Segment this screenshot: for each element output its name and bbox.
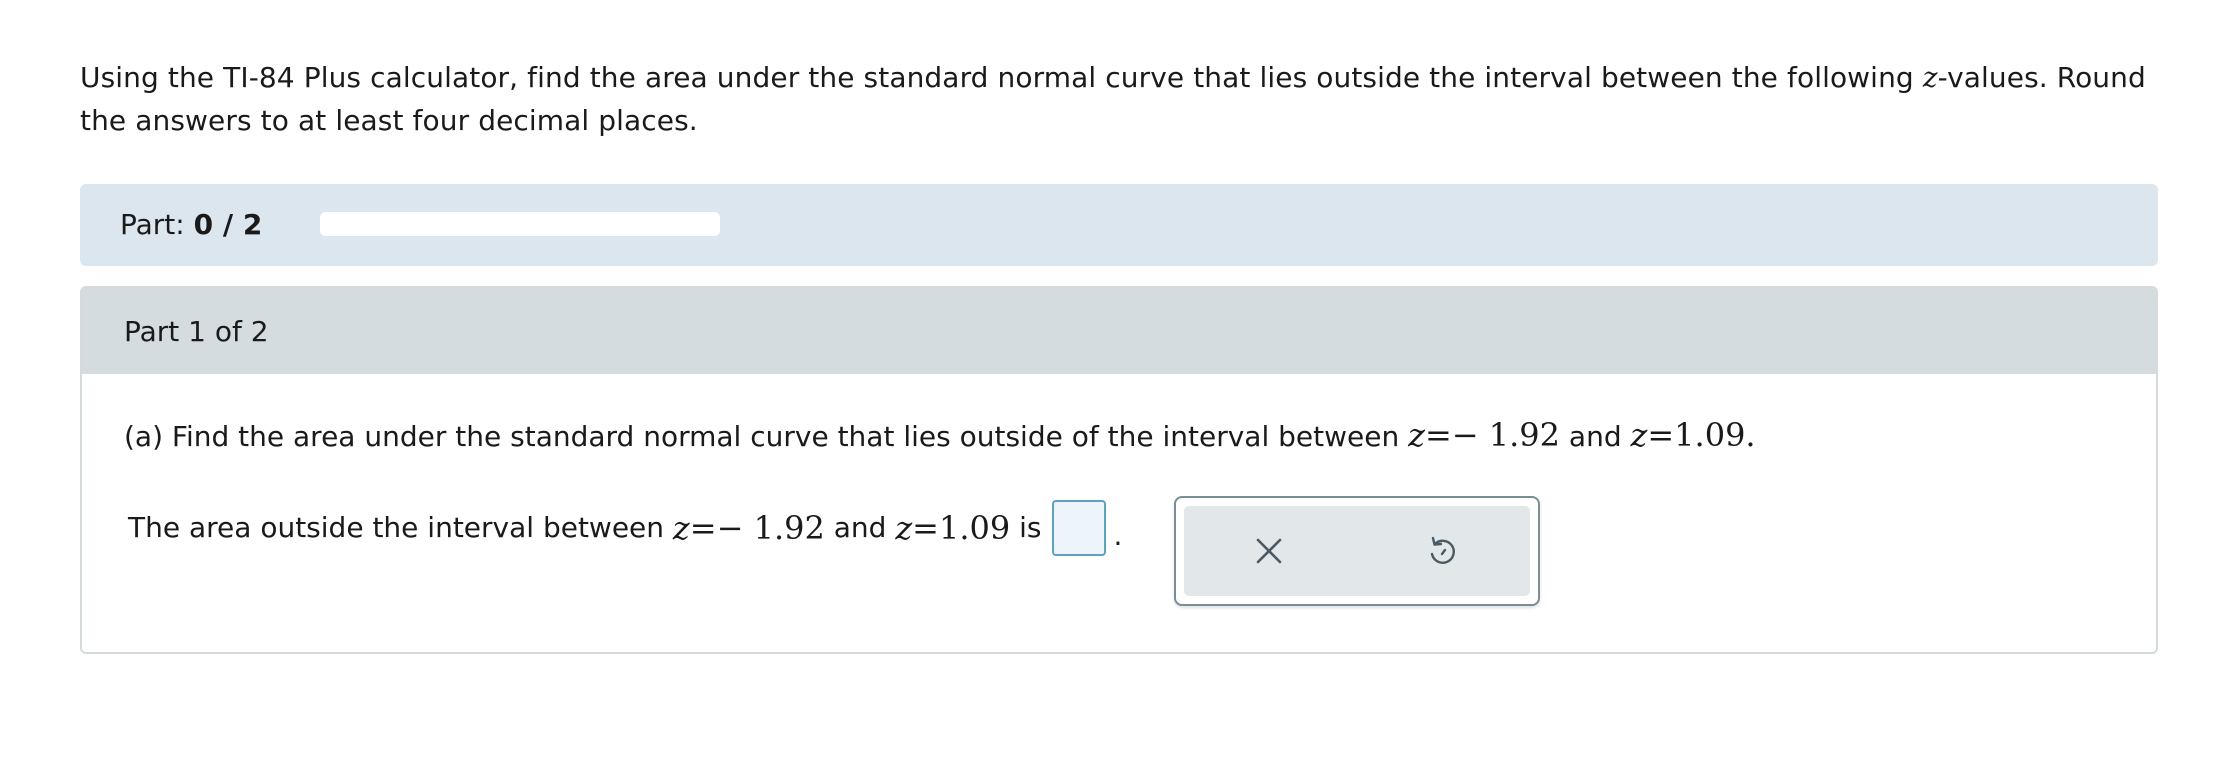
clear-answer-button[interactable] [1244, 526, 1294, 576]
question-text: (a) Find the area under the standard nor… [124, 416, 1756, 456]
question-z2-value: 1.09 [1674, 416, 1746, 454]
answer-z2-value: 1.09 [938, 509, 1011, 547]
problem-statement: Using the TI-84 Plus calculator, find th… [80, 56, 2180, 142]
undo-icon [1430, 536, 1455, 564]
answer-line: The area outside the interval between z =… [128, 500, 1122, 556]
close-icon [1256, 538, 1282, 564]
part-card: Part 1 of 2 (a) Find the area under the … [80, 286, 2158, 654]
progress-label: Part: 0 / 2 [120, 208, 262, 242]
question-z2-var: z [1630, 416, 1648, 454]
answer-period: . [1113, 519, 1123, 552]
question-z2-eq: = [1647, 416, 1675, 454]
question-z1-eq: = [1424, 416, 1452, 454]
progress-panel: Part: 0 / 2 [80, 184, 2158, 266]
question-z1-value: − 1.92 [1451, 416, 1561, 454]
intro-text-start: Using the TI-84 Plus calculator, find th… [80, 61, 1923, 94]
answer-tools-bar [1184, 506, 1530, 596]
question-and: and [1560, 420, 1631, 453]
answer-and: and [824, 511, 896, 544]
answer-z2-var: z [895, 509, 913, 547]
question-z1-var: z [1408, 416, 1425, 454]
answer-input[interactable] [1051, 500, 1106, 556]
answer-prefix: The area outside the interval between [128, 511, 673, 544]
answer-is: is [1010, 511, 1042, 544]
part-header: Part 1 of 2 [82, 288, 2156, 374]
answer-z1-eq: = [689, 509, 717, 547]
answer-z1-value: − 1.92 [716, 509, 825, 547]
z-variable: z [1922, 61, 1938, 94]
part-header-label: Part 1 of 2 [124, 315, 269, 348]
answer-z1-var: z [672, 509, 690, 547]
progress-label-text: Part: [120, 208, 194, 241]
progress-bar [320, 212, 720, 236]
undo-button[interactable] [1417, 526, 1467, 576]
progress-count: 0 / 2 [193, 208, 263, 241]
question-suffix: . [1745, 416, 1756, 454]
answer-tools-popup [1174, 496, 1540, 606]
question-prefix: (a) Find the area under the standard nor… [124, 420, 1409, 453]
answer-z2-eq: = [912, 509, 939, 547]
